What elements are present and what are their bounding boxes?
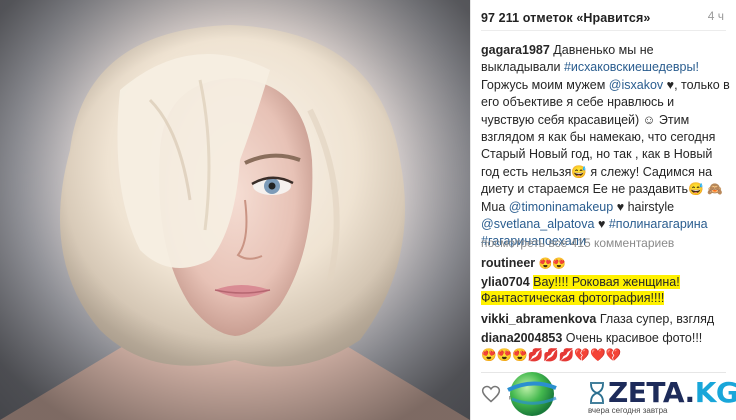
post-time: 4 ч [707, 9, 724, 23]
zeta-kg-watermark: ZETA.KG вчера сегодня завтра [498, 368, 736, 420]
caption-text-2: Горжусь моим мужем [481, 77, 609, 92]
caption-text-4: ♥ hairstyle [613, 199, 675, 214]
caption-username[interactable]: gagara1987 [481, 43, 550, 57]
mention-link[interactable]: @timoninamakeup [509, 200, 613, 214]
comment: diana2004853 Очень красивое фото!!! [481, 330, 728, 346]
instagram-post: 97 211 отметок «Нравится» 4 ч gagara1987… [0, 0, 736, 420]
comment-text: Глаза супер, взгляд [599, 312, 715, 326]
header-divider [481, 30, 726, 31]
comment-username[interactable]: routineer [481, 256, 535, 270]
mention-link[interactable]: @svetlana_alpatova [481, 217, 594, 231]
comment-text: 😍😍 [538, 258, 567, 270]
comment: routineer 😍😍 [481, 255, 728, 272]
comment-text: Очень красивое фото!!! [565, 331, 703, 345]
hashtag-link[interactable]: #исхаковскиешедевры! [564, 60, 699, 74]
comment: vikki_abramenkova Глаза супер, взгляд [481, 311, 728, 327]
caption-text-3: ♥, только в его объективе я себе нравлюс… [481, 77, 730, 214]
watermark-tagline: вчера сегодня завтра [588, 406, 668, 415]
portrait-illustration [0, 0, 470, 420]
hashtag-link[interactable]: #полинагагарина [609, 217, 708, 231]
post-caption: gagara1987 Давненько мы не выкладывали #… [481, 42, 730, 251]
view-all-comments[interactable]: посмотреть все 415 комментариев [481, 236, 674, 250]
likes-count[interactable]: 97 211 отметок «Нравится» [481, 11, 650, 25]
comment-username[interactable]: vikki_abramenkova [481, 312, 596, 326]
comment-emoji-line: 😍😍😍💋💋💋💔❤️💔 [481, 348, 622, 362]
mention-link[interactable]: @isxakov [609, 78, 663, 92]
comment: ylia0704 Вау!!!! Роковая женщина! Фантас… [481, 274, 728, 306]
watermark-brand: ZETA.KG [608, 376, 736, 409]
likes-row: 97 211 отметок «Нравится» 4 ч [481, 9, 726, 25]
comment-username[interactable]: ylia0704 [481, 275, 530, 289]
post-photo[interactable] [0, 0, 470, 420]
comment-username[interactable]: diana2004853 [481, 331, 562, 345]
post-side-panel: 97 211 отметок «Нравится» 4 ч gagara1987… [470, 0, 736, 420]
hourglass-icon [590, 382, 604, 404]
caption-text-5: ♥ [594, 217, 609, 232]
globe-logo-icon [507, 372, 557, 416]
